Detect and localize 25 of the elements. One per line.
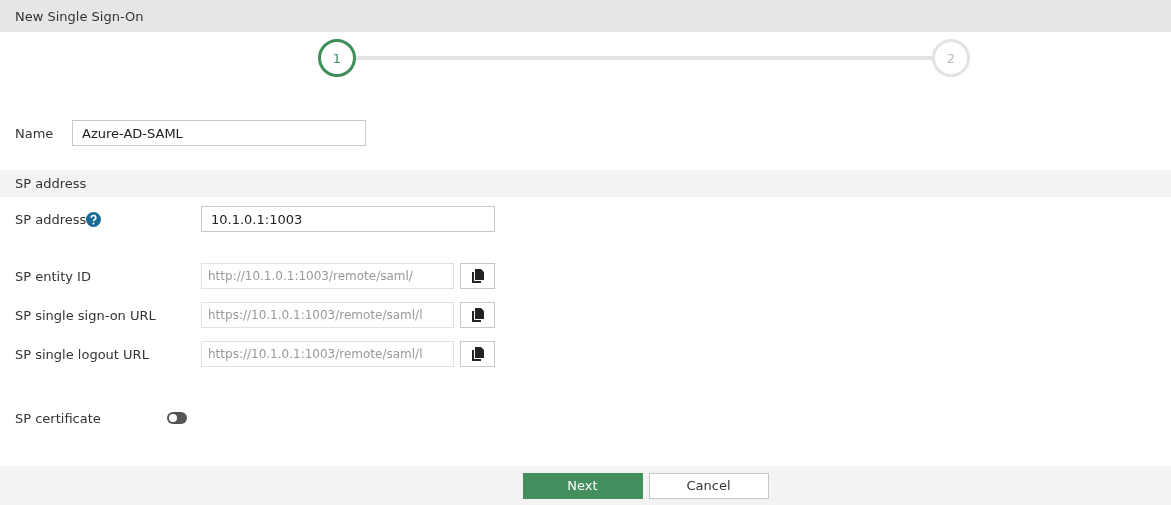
field-label: SP single logout URL <box>15 346 149 362</box>
field-label: SP certificate <box>15 410 102 426</box>
name-field[interactable]: Azure-AD-SAML <box>72 120 366 146</box>
field-label: Name <box>15 125 55 141</box>
field-label: SP single sign-on URL <box>15 307 156 323</box>
step-indicator: 1 <box>318 39 356 77</box>
field-label: SP entity ID <box>15 268 91 284</box>
copy-button[interactable] <box>460 263 495 289</box>
url-field[interactable]: http://10.1.0.1:1003/remote/saml/ <box>201 263 454 289</box>
copy-icon <box>471 347 484 361</box>
window-title: New Single Sign-On <box>15 8 144 24</box>
toggle-switch[interactable] <box>167 412 187 424</box>
copy-button[interactable] <box>460 341 495 367</box>
copy-icon <box>471 269 484 283</box>
cancel-button[interactable]: Cancel <box>648 472 769 499</box>
section-title: SP address <box>15 176 87 191</box>
step-indicator: 2 <box>932 39 970 77</box>
url-field[interactable]: https://10.1.0.1:1003/remote/saml/l <box>201 341 454 367</box>
copy-button[interactable] <box>460 302 495 328</box>
next-button[interactable]: Next <box>522 472 643 499</box>
address-field[interactable]: 10.1.0.1:1003 <box>201 206 495 232</box>
url-field[interactable]: https://10.1.0.1:1003/remote/saml/l <box>201 302 454 328</box>
help-icon[interactable] <box>86 211 102 227</box>
field-label: SP address <box>15 211 87 227</box>
copy-icon <box>471 308 484 322</box>
